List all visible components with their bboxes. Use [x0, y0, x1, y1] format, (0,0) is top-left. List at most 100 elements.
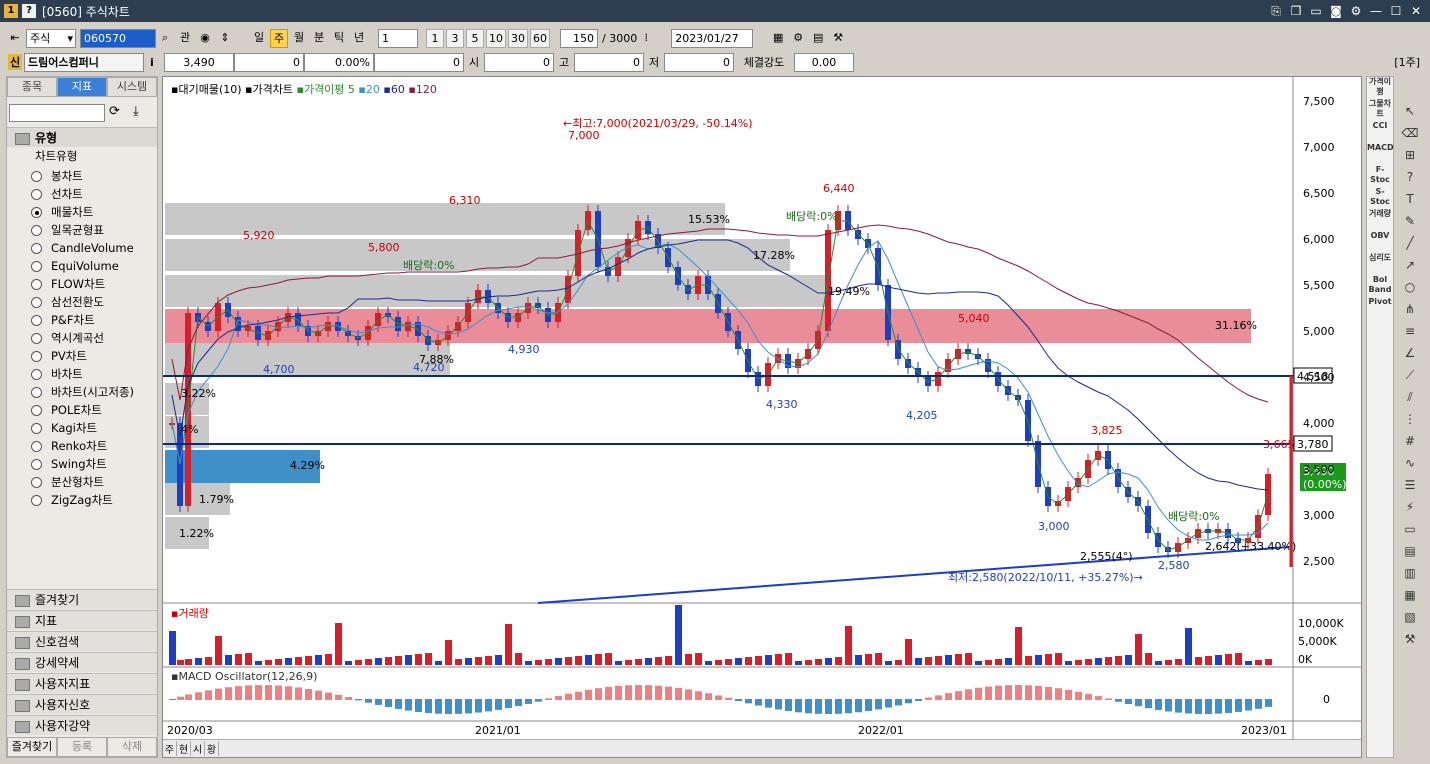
tab-1[interactable]: 지표: [57, 77, 107, 97]
updown-icon[interactable]: ⇕: [216, 29, 234, 48]
sidebar-group[interactable]: 즐겨찾기: [7, 589, 157, 609]
fan-icon[interactable]: ⟋: [1396, 368, 1424, 390]
tab-2[interactable]: 시스템: [107, 77, 157, 97]
ray-icon[interactable]: ↗: [1396, 258, 1424, 280]
first-icon[interactable]: ⇤: [6, 29, 24, 48]
chart-type-item[interactable]: 매물차트: [7, 203, 157, 221]
refresh-icon[interactable]: ⟳: [109, 104, 120, 119]
group-type[interactable]: 유형: [7, 127, 157, 147]
quick-0[interactable]: 1: [426, 28, 444, 48]
count-input[interactable]: 150: [560, 28, 598, 48]
indicator-3[interactable]: MACD: [1367, 143, 1394, 165]
close-button[interactable]: ✕: [1408, 3, 1424, 19]
download-icon[interactable]: ⤓: [133, 104, 139, 119]
chart-type-item[interactable]: FLOW차트: [7, 275, 157, 293]
chart-icon[interactable]: ▦: [769, 29, 787, 48]
indicator-5[interactable]: S-Stoc: [1367, 187, 1393, 209]
chart-type-item[interactable]: 선차트: [7, 185, 157, 203]
tree-chart-type[interactable]: 차트유형: [11, 149, 77, 167]
indicator-1[interactable]: 그물차트: [1367, 99, 1393, 121]
footer-button-2[interactable]: 삭제: [107, 737, 157, 757]
bottom-tab-2[interactable]: 시: [191, 741, 205, 756]
maximize-button[interactable]: ☐: [1388, 3, 1404, 19]
wrench-icon[interactable]: ⚒: [1396, 632, 1424, 654]
fib-icon[interactable]: ⫽: [1396, 390, 1424, 412]
print-icon[interactable]: ▭: [1308, 3, 1324, 19]
quick-2[interactable]: 5: [466, 28, 484, 48]
minimize-button[interactable]: —: [1368, 3, 1384, 19]
grid-icon[interactable]: #: [1396, 434, 1424, 456]
chart-area[interactable]: ←최고:7,000(2021/03/29, -50.14%) 7,000 6,440…: [162, 76, 1362, 758]
settings-icon[interactable]: ⚙: [1348, 3, 1364, 19]
calc-icon[interactable]: ▧: [1396, 610, 1424, 632]
sidebar-group[interactable]: 강세약세: [7, 652, 157, 672]
gann-icon[interactable]: ∠: [1396, 346, 1424, 368]
copy-icon[interactable]: ❐: [1288, 3, 1304, 19]
line-icon[interactable]: ╱: [1396, 236, 1424, 258]
period-0[interactable]: 일: [250, 29, 268, 48]
chart-type-item[interactable]: POLE차트: [7, 401, 157, 419]
period-4[interactable]: 틱: [330, 29, 348, 48]
setup-icon[interactable]: ⚙: [789, 29, 807, 48]
indicator-10[interactable]: Pivot: [1367, 297, 1393, 319]
indicator-8[interactable]: 심리도: [1367, 253, 1393, 275]
indicator-7[interactable]: OBV: [1367, 231, 1393, 253]
chart-type-item[interactable]: 역시계곡선: [7, 329, 157, 347]
doc-icon[interactable]: ▤: [1396, 544, 1424, 566]
market-select[interactable]: 주식 ▾: [26, 28, 76, 48]
chart-type-item[interactable]: 바차트: [7, 365, 157, 383]
book-icon[interactable]: ▥: [1396, 566, 1424, 588]
period-3[interactable]: 분: [310, 29, 328, 48]
view-button[interactable]: 관: [176, 29, 194, 48]
footer-button-1[interactable]: 등록: [57, 737, 107, 757]
bottom-tab-3[interactable]: 황: [205, 741, 219, 756]
sidebar-group[interactable]: 사용자신호: [7, 694, 157, 714]
chart-type-item[interactable]: Swing차트: [7, 455, 157, 473]
quick-3[interactable]: 10: [486, 28, 506, 48]
pointer-icon[interactable]: ↖: [1396, 104, 1424, 126]
stats-icon[interactable]: ▦: [1396, 588, 1424, 610]
chart-type-item[interactable]: Kagi차트: [7, 419, 157, 437]
indicator-6[interactable]: 거래량: [1367, 209, 1393, 231]
footer-button-0[interactable]: 즐겨찾기: [7, 737, 57, 757]
grid-icon[interactable]: ⁞: [637, 29, 655, 48]
pen-icon[interactable]: ✎: [1396, 214, 1424, 236]
camera-icon[interactable]: ◙: [1328, 3, 1344, 19]
channel-icon[interactable]: ≡: [1396, 324, 1424, 346]
chart-type-item[interactable]: 삼선전환도: [7, 293, 157, 311]
bottom-tab-1[interactable]: 현: [177, 741, 191, 756]
link-icon[interactable]: ⎘: [1268, 3, 1284, 19]
eraser-icon[interactable]: ⌫: [1396, 126, 1424, 148]
chart-type-item[interactable]: 바차트(시고저종): [7, 383, 157, 401]
indicator-4[interactable]: F-Stoc: [1367, 165, 1393, 187]
chart-type-item[interactable]: CandleVolume: [7, 239, 157, 257]
indicator-9[interactable]: Bol Band: [1367, 275, 1393, 297]
text-icon[interactable]: T: [1396, 192, 1424, 214]
help-icon[interactable]: ?: [22, 4, 36, 18]
bars-icon[interactable]: ☰: [1396, 478, 1424, 500]
stock-code-input[interactable]: 060570: [80, 28, 156, 48]
cycle-icon[interactable]: ⋮: [1396, 412, 1424, 434]
chart-type-item[interactable]: ZigZag차트: [7, 491, 157, 509]
window-icon[interactable]: ▭: [1396, 522, 1424, 544]
info-icon[interactable]: i: [150, 56, 164, 69]
period-5[interactable]: 년: [350, 29, 368, 48]
period-1[interactable]: 주: [270, 28, 288, 48]
wave-icon[interactable]: ∿: [1396, 456, 1424, 478]
tools-icon[interactable]: ⚒: [829, 29, 847, 48]
unit-select[interactable]: 1: [378, 28, 418, 48]
chart-type-item[interactable]: 봉차트: [7, 167, 157, 185]
date-select[interactable]: 2023/01/27: [671, 28, 754, 48]
sidebar-group[interactable]: 신호검색: [7, 631, 157, 651]
indicator-search-input[interactable]: [9, 104, 105, 122]
chart-type-item[interactable]: EquiVolume: [7, 257, 157, 275]
chart-type-item[interactable]: PV차트: [7, 347, 157, 365]
tab-0[interactable]: 종목: [7, 77, 57, 97]
help-icon[interactable]: ?: [1396, 170, 1424, 192]
sidebar-group[interactable]: 사용자강약: [7, 715, 157, 735]
sidebar-group[interactable]: 사용자지표: [7, 673, 157, 693]
chart-type-item[interactable]: 분산형차트: [7, 473, 157, 491]
chart-type-item[interactable]: 일목균형표: [7, 221, 157, 239]
quick-4[interactable]: 30: [508, 28, 528, 48]
fork-icon[interactable]: ⋔: [1396, 302, 1424, 324]
